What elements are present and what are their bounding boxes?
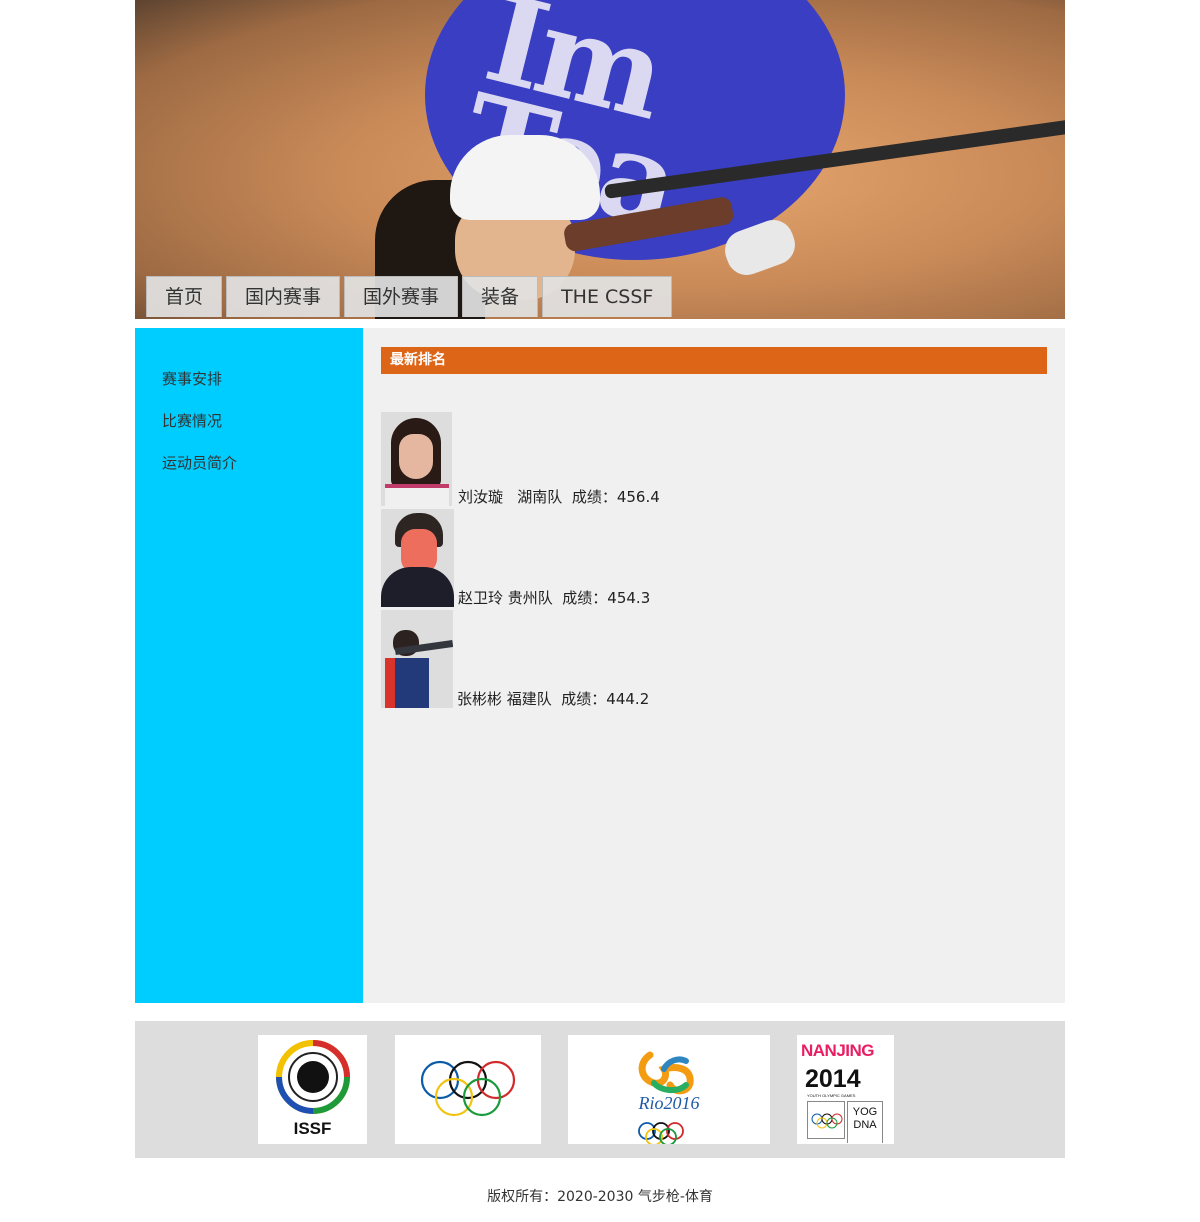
olympic-rings-icon bbox=[420, 1060, 516, 1117]
nav-tab-domestic-events[interactable]: 国内赛事 bbox=[226, 276, 341, 317]
rio-2016-logo[interactable]: Rio2016 bbox=[568, 1035, 770, 1144]
nanjing-2014-logo[interactable]: NANJING 2014 YOUTH OLYMPIC GAMES YOG DNA bbox=[797, 1035, 894, 1144]
yog-dna-box: YOG DNA bbox=[847, 1101, 883, 1143]
issf-logo-text: ISSF bbox=[293, 1119, 332, 1138]
athlete-photo bbox=[381, 509, 454, 607]
sidebar-item-schedule[interactable]: 赛事安排 bbox=[162, 368, 222, 389]
nanjing-logo-text: NANJING bbox=[801, 1041, 875, 1060]
sidebar: 赛事安排 比赛情况 运动员简介 bbox=[135, 328, 363, 1003]
content-area: 赛事安排 比赛情况 运动员简介 最新排名 刘汝璇 湖南队 成绩：456.4 赵卫… bbox=[135, 328, 1065, 1003]
ranking-item: 赵卫玲 贵州队 成绩：454.3 bbox=[381, 509, 650, 607]
ranking-caption: 张彬彬 福建队 成绩：444.2 bbox=[457, 690, 650, 708]
copyright-text: 版权所有：2020-2030 气步枪-体育 bbox=[487, 1189, 713, 1205]
nav-tab-home[interactable]: 首页 bbox=[146, 276, 223, 317]
partner-logos: ISSF Rio2016 NANJING 2014 YOUTH OLYMPIC … bbox=[135, 1021, 1065, 1158]
main-nav: 首页 国内赛事 国外赛事 装备 THE CSSF bbox=[146, 276, 673, 317]
olympic-rings-small-icon bbox=[811, 1113, 843, 1129]
ranking-item: 张彬彬 福建队 成绩：444.2 bbox=[381, 610, 649, 708]
sidebar-item-results[interactable]: 比赛情况 bbox=[162, 410, 222, 431]
ranking-item: 刘汝璇 湖南队 成绩：456.4 bbox=[381, 412, 660, 506]
athlete-photo bbox=[381, 610, 453, 708]
ranking-caption: 赵卫玲 贵州队 成绩：454.3 bbox=[458, 589, 651, 607]
nav-tab-equipment[interactable]: 装备 bbox=[462, 276, 539, 317]
nav-tab-international-events[interactable]: 国外赛事 bbox=[344, 276, 459, 317]
ranking-caption: 刘汝璇 湖南队 成绩：456.4 bbox=[458, 488, 660, 506]
sidebar-item-athletes[interactable]: 运动员简介 bbox=[162, 452, 237, 473]
rio-emblem-icon bbox=[638, 1051, 694, 1144]
nanjing-logo-year: 2014 bbox=[805, 1065, 861, 1093]
olympic-rings-logo[interactable] bbox=[395, 1035, 541, 1144]
nav-tab-cssf[interactable]: THE CSSF bbox=[542, 276, 673, 317]
issf-logo[interactable]: ISSF bbox=[258, 1035, 367, 1144]
nanjing-logo-subtitle: YOUTH OLYMPIC GAMES bbox=[807, 1093, 856, 1098]
yog-text: YOG bbox=[852, 1106, 878, 1118]
dna-text: DNA bbox=[853, 1119, 877, 1131]
shooter-cap bbox=[450, 135, 600, 220]
header-banner: ImTea 首页 国内赛事 国外赛事 装备 THE CSSF bbox=[135, 0, 1065, 319]
rankings-panel: 最新排名 刘汝璇 湖南队 成绩：456.4 赵卫玲 贵州队 成绩：454.3 张… bbox=[381, 347, 1047, 708]
rankings-heading: 最新排名 bbox=[381, 347, 1047, 374]
nanjing-rings-box bbox=[807, 1101, 845, 1139]
rio-logo-text: Rio2016 bbox=[638, 1093, 700, 1113]
athlete-photo bbox=[381, 412, 452, 506]
